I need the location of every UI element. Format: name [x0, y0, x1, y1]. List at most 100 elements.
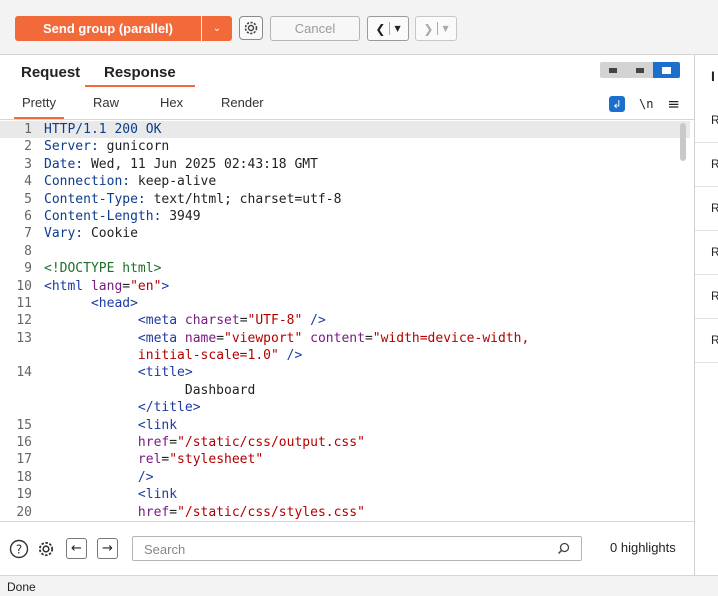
- back-button[interactable]: ❮ ▼: [367, 16, 409, 41]
- tab-hex[interactable]: Hex: [160, 95, 183, 117]
- code-text: Dashboard: [44, 382, 256, 398]
- inspector-row[interactable]: R: [695, 275, 718, 319]
- send-group-button[interactable]: Send group (parallel): [15, 16, 201, 41]
- divider: [389, 22, 391, 35]
- line-number: 17: [16, 452, 32, 468]
- chevron-down-icon: ▼: [394, 24, 401, 33]
- line-number: 9: [24, 261, 32, 277]
- gear-icon: [38, 541, 54, 557]
- line-number: 11: [16, 295, 32, 311]
- line-number: 20: [16, 504, 32, 520]
- search-settings-button[interactable]: [36, 539, 56, 559]
- layout-stacked-button[interactable]: [626, 62, 654, 78]
- tab-pretty[interactable]: Pretty: [14, 95, 64, 119]
- inspector-row[interactable]: R: [695, 143, 718, 187]
- single-pane-icon: [662, 66, 672, 74]
- code-line: initial-scale=1.0" />: [0, 347, 690, 364]
- svg-text:?: ?: [16, 543, 22, 557]
- code-text: <!DOCTYPE html>: [44, 261, 162, 277]
- line-number: 2: [24, 139, 32, 155]
- code-text: HTTP/1.1 200 OK: [44, 122, 162, 137]
- search-input[interactable]: [142, 541, 546, 558]
- inspector-row[interactable]: R: [695, 319, 718, 363]
- code-text: <meta charset="UTF-8" />: [137, 313, 326, 329]
- inspector-row-label: R: [711, 113, 718, 127]
- code-line: 18 />: [0, 469, 690, 486]
- inspector-panel: I R R R R R R: [695, 55, 718, 575]
- code-line: 12 <meta charset="UTF-8" />: [0, 312, 690, 329]
- code-text: <head>: [90, 295, 138, 311]
- code-line: 10 <html lang="en">: [0, 278, 690, 295]
- newline-toggle[interactable]: \n: [639, 97, 653, 111]
- tab-response[interactable]: Response: [85, 59, 195, 87]
- code-line: 8: [0, 243, 690, 260]
- previous-match-button[interactable]: ←: [66, 538, 87, 559]
- inspector-row[interactable]: R: [695, 187, 718, 231]
- code-text: Content-Type: text/html; charset=utf-8: [44, 191, 342, 207]
- code-line: 7 Vary: Cookie: [0, 225, 690, 242]
- code-text: <meta name="viewport" content="width=dev…: [137, 330, 530, 346]
- line-number: 3: [24, 156, 32, 172]
- next-match-button[interactable]: →: [97, 538, 118, 559]
- tab-raw[interactable]: Raw: [93, 95, 119, 117]
- forward-icon: ❯: [423, 21, 434, 36]
- layout-toggle[interactable]: [600, 62, 680, 78]
- code-text: </title>: [137, 400, 201, 416]
- settings-button[interactable]: [239, 16, 263, 40]
- gear-icon: [244, 21, 258, 35]
- arrow-right-icon: →: [102, 541, 113, 556]
- inspector-row-label: R: [711, 333, 718, 347]
- code-line: 20 href="/static/css/styles.css": [0, 504, 690, 521]
- line-number: 10: [16, 278, 32, 294]
- inspector-row[interactable]: R: [695, 99, 718, 143]
- code-line: 6 Content-Length: 3949: [0, 208, 690, 225]
- code-line: 9 <!DOCTYPE html>: [0, 260, 690, 277]
- inspector-row[interactable]: R: [695, 231, 718, 275]
- tab-render[interactable]: Render: [221, 95, 264, 117]
- code-text: initial-scale=1.0" />: [137, 348, 303, 364]
- response-editor[interactable]: 1 HTTP/1.1 200 OK 2 Server: gunicorn 3 Date: …: [0, 121, 690, 521]
- code-line: 13 <meta name="viewport" content="width=…: [0, 330, 690, 347]
- help-icon: ?: [9, 539, 29, 559]
- code-line: Dashboard: [0, 382, 690, 399]
- tab-request[interactable]: Request: [21, 59, 80, 85]
- send-options-dropdown[interactable]: ⌄: [202, 16, 232, 41]
- code-line: 19 <link: [0, 486, 690, 503]
- menu-icon[interactable]: ≡: [667, 95, 680, 113]
- search-box: [132, 536, 582, 561]
- line-number: 4: [24, 174, 32, 190]
- line-number: 15: [16, 417, 32, 433]
- columns-icon: [609, 67, 618, 73]
- rows-icon: [636, 67, 644, 73]
- code-line: 15 <link: [0, 417, 690, 434]
- code-text: <link: [137, 487, 178, 503]
- code-line: 4 Connection: keep-alive: [0, 173, 690, 190]
- line-number: 7: [24, 226, 32, 242]
- layout-single-button[interactable]: [653, 62, 680, 78]
- cancel-button[interactable]: Cancel: [270, 16, 360, 41]
- line-number: 12: [16, 313, 32, 329]
- response-panel: Request Response Pretty Raw Hex Render ↲…: [0, 55, 695, 575]
- status-text: Done: [7, 580, 36, 594]
- code-text: href="/static/css/styles.css": [137, 504, 365, 520]
- help-button[interactable]: ?: [9, 539, 29, 559]
- back-icon: ❮: [375, 21, 386, 36]
- code-text: Date: Wed, 11 Jun 2025 02:43:18 GMT: [44, 156, 318, 172]
- main-tabs: Request Response: [0, 55, 694, 89]
- forward-button[interactable]: ❯ ▼: [415, 16, 457, 41]
- layout-side-by-side-button[interactable]: [600, 62, 627, 78]
- chevron-down-icon: ▼: [442, 24, 449, 33]
- code-line: 17 rel="stylesheet": [0, 451, 690, 468]
- code-text: Vary: Cookie: [44, 226, 138, 242]
- search-icon[interactable]: [557, 542, 571, 556]
- line-number: 1: [24, 122, 32, 137]
- code-line: 16 href="/static/css/output.css": [0, 434, 690, 451]
- inspector-row-label: R: [711, 289, 718, 303]
- editor-scrollbar[interactable]: [680, 123, 686, 161]
- code-text: Content-Length: 3949: [44, 208, 201, 224]
- code-text: rel="stylesheet": [137, 452, 264, 468]
- code-line: 1 HTTP/1.1 200 OK: [0, 121, 690, 139]
- code-text: Server: gunicorn: [44, 139, 170, 155]
- code-line: </title>: [0, 399, 690, 416]
- word-wrap-icon[interactable]: ↲: [608, 96, 625, 112]
